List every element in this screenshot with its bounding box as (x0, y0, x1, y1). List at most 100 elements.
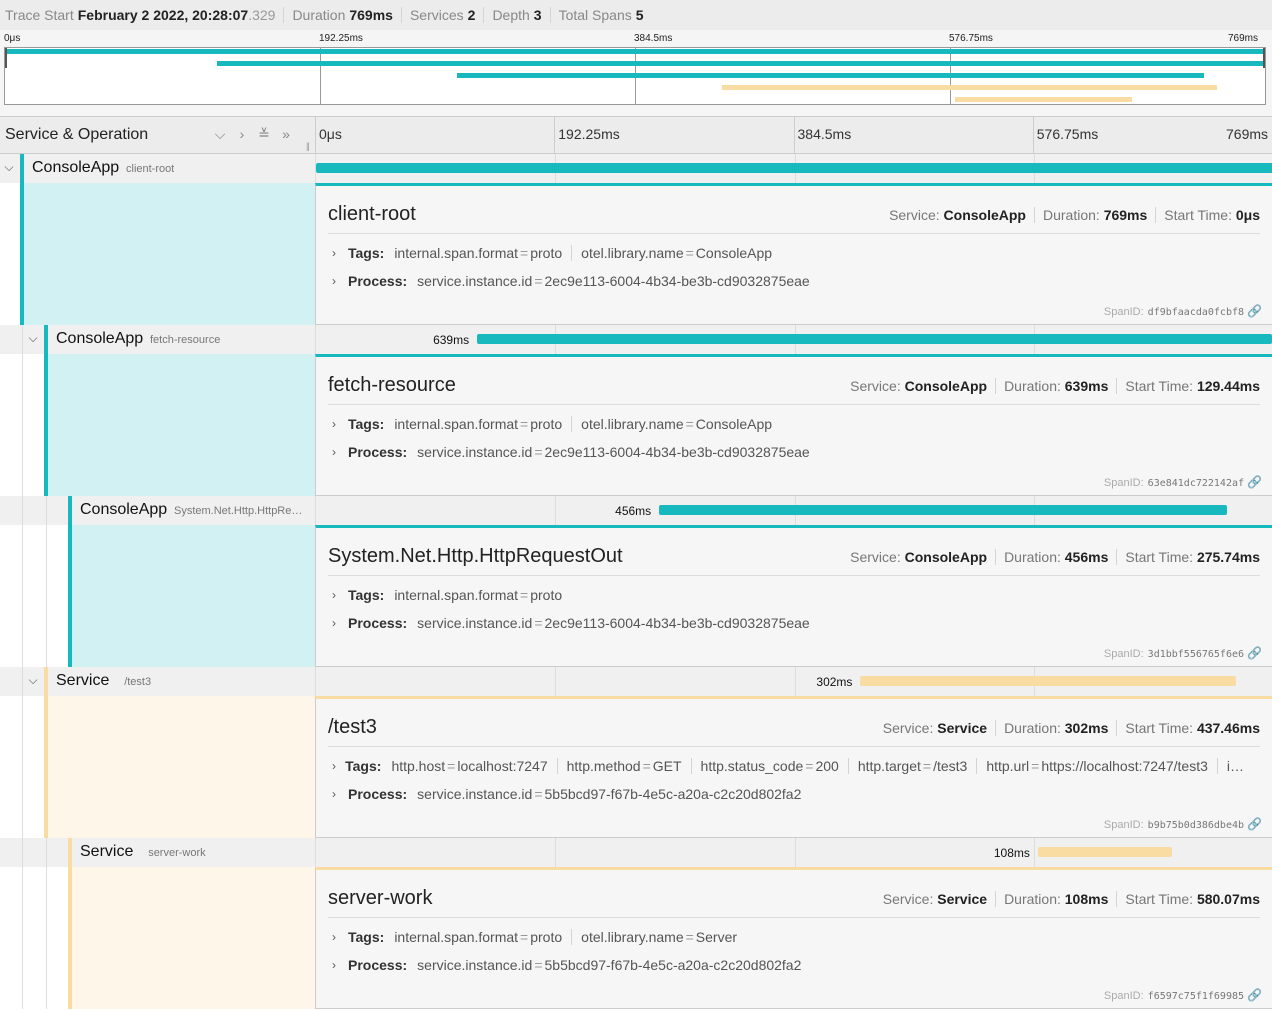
span-detail-panel: /test3 Service: Service Duration: 302ms Sta… (315, 696, 1272, 838)
detail-separator (328, 233, 1260, 234)
chevron-right-icon[interactable]: › (332, 616, 348, 630)
span-timeline-cell[interactable]: 302ms (315, 667, 1272, 696)
detail-process[interactable]: › Process: service.instance.id = 2ec9e113-60… (332, 444, 1262, 460)
chevron-right-icon[interactable]: › (332, 417, 348, 431)
span-operation-name[interactable]: System.Net.Http.HttpRequestOut (174, 505, 305, 517)
detail-duration-label: Duration: (1004, 378, 1065, 394)
span-row[interactable]: ConsoleApp System.Net.Http.HttpRequestOut… (0, 496, 1272, 525)
tree-guide-line (22, 325, 23, 354)
span-name-cell[interactable]: ⌵ ConsoleApp client-root (0, 154, 315, 183)
double-chevron-down-icon[interactable]: ≚ (256, 126, 272, 144)
span-row[interactable]: ⌵ Service/test3 302ms (0, 667, 1272, 696)
span-timeline-cell[interactable]: 456ms (315, 496, 1272, 525)
detail-duration-value: 108ms (1064, 891, 1109, 907)
detail-tags[interactable]: › Tags: http.host = localhost:7247 http.metho… (332, 758, 1262, 774)
span-service-name[interactable]: ConsoleApp (80, 501, 167, 519)
span-name-cell[interactable]: ⌵ ConsoleApp fetch-resource (0, 325, 315, 354)
span-service-name[interactable]: ConsoleApp (32, 159, 119, 177)
link-icon[interactable]: 🔗 (1247, 817, 1262, 831)
detail-process[interactable]: › Process: service.instance.id = 2ec9e113-60… (332, 615, 1262, 631)
span-name-cell[interactable]: ConsoleApp System.Net.Http.HttpRequestOut (0, 496, 315, 525)
chevron-down-icon[interactable]: ⌵ (212, 126, 228, 144)
double-chevron-right-icon[interactable]: » (278, 126, 294, 144)
minimap-gridline (320, 48, 321, 104)
minimap-handle-left[interactable] (5, 48, 7, 68)
span-duration-bar[interactable] (477, 334, 1272, 344)
link-icon[interactable]: 🔗 (1247, 988, 1262, 1002)
span-operation-name[interactable]: client-root (126, 163, 174, 175)
span-operation-name[interactable]: server-work (148, 847, 205, 859)
detail-tags[interactable]: › Tags: internal.span.format = proto otel.lib… (332, 929, 1262, 945)
span-detail-meta: Service: Service Duration: 302ms Start Tim… (875, 720, 1260, 736)
services-value: 2 (467, 7, 476, 23)
detail-tags[interactable]: › Tags: internal.span.format = proto otel.lib… (332, 245, 1262, 261)
span-timeline-cell[interactable]: 108ms (315, 838, 1272, 867)
span-row[interactable]: Service server-work 108ms (0, 838, 1272, 867)
tag-equals: = (534, 273, 543, 289)
span-id-label: SpanID: (1103, 648, 1144, 660)
chevron-right-icon[interactable]: › (332, 759, 345, 773)
detail-tags-label: Tags: (345, 758, 382, 774)
tag-value: /test3 (933, 758, 968, 774)
minimap-canvas[interactable] (4, 47, 1266, 105)
link-icon[interactable]: 🔗 (1247, 304, 1262, 318)
detail-tags[interactable]: › Tags: internal.span.format = proto (332, 587, 1262, 603)
minimap-handle-right[interactable] (1263, 48, 1265, 68)
minimap-span-bar (721, 85, 1217, 90)
chevron-right-icon[interactable]: › (332, 274, 348, 288)
trace-start: Trace Start February 2 2022, 20:28:07.32… (5, 7, 285, 23)
span-duration-bar[interactable] (1037, 847, 1173, 857)
detail-duration-label: Duration: (1004, 549, 1065, 565)
span-service-name[interactable]: ConsoleApp (56, 330, 143, 348)
chevron-down-icon[interactable]: ⌵ (26, 331, 40, 346)
minimap-tick-label: 192.25ms (319, 33, 363, 44)
tag-key: internal.span.format (394, 416, 519, 432)
span-service-name[interactable]: Service (80, 843, 133, 861)
tag-key: service.instance.id (417, 786, 533, 802)
span-service-name[interactable]: Service (56, 672, 109, 690)
detail-start-time: Start Time: 0μs (1156, 207, 1260, 223)
span-operation-name[interactable]: /test3 (124, 676, 151, 688)
chevron-right-icon[interactable]: › (332, 958, 348, 972)
detail-tags[interactable]: › Tags: internal.span.format = proto otel.lib… (332, 416, 1262, 432)
detail-process-label: Process: (348, 444, 408, 460)
column-resizer-handle[interactable]: || (306, 141, 310, 151)
chevron-right-icon[interactable]: › (332, 930, 348, 944)
tag-kv: service.instance.id = 2ec9e113-6004-4b34-b… (417, 615, 819, 631)
chevron-down-icon[interactable]: ⌵ (2, 160, 16, 175)
span-duration-bar[interactable] (860, 676, 1237, 686)
span-timeline-cell[interactable]: 639ms (315, 325, 1272, 354)
trace-services: Services 2 (410, 7, 485, 23)
span-detail-title: fetch-resource (328, 374, 456, 396)
span-name-cell[interactable]: Service server-work (0, 838, 315, 867)
detail-start-time: Start Time: 275.74ms (1117, 549, 1260, 565)
chevron-right-icon[interactable]: › (332, 588, 348, 602)
detail-process[interactable]: › Process: service.instance.id = 5b5bcd97-f6… (332, 786, 1262, 802)
detail-service: Service: Service (875, 720, 997, 736)
chevron-right-icon[interactable]: › (332, 445, 348, 459)
service-color-bar (44, 667, 48, 696)
chevron-right-icon[interactable]: › (332, 787, 348, 801)
span-detail-meta: Service: ConsoleApp Duration: 456ms Start … (842, 549, 1260, 565)
link-icon[interactable]: 🔗 (1247, 475, 1262, 489)
span-operation-name[interactable]: fetch-resource (150, 334, 220, 346)
span-detail-panel: client-root Service: ConsoleApp Duration: … (315, 183, 1272, 325)
span-timeline-cell[interactable] (315, 154, 1272, 183)
detail-process[interactable]: › Process: service.instance.id = 5b5bcd97-f6… (332, 957, 1262, 973)
tree-guide-line (22, 696, 23, 838)
span-duration-bar[interactable] (316, 163, 1272, 173)
span-duration-bar[interactable] (659, 505, 1227, 515)
span-name-cell[interactable]: ⌵ Service/test3 (0, 667, 315, 696)
chevron-right-icon[interactable]: › (234, 126, 250, 144)
timeline-tick-label: 192.25ms (558, 126, 620, 142)
detail-process[interactable]: › Process: service.instance.id = 2ec9e113-60… (332, 273, 1262, 289)
tree-guide-line (22, 525, 23, 667)
chevron-right-icon[interactable]: › (332, 246, 348, 260)
link-icon[interactable]: 🔗 (1247, 646, 1262, 660)
chevron-down-icon[interactable]: ⌵ (26, 673, 40, 688)
span-id-label: SpanID: (1103, 819, 1144, 831)
tag-value: proto (530, 416, 563, 432)
span-row[interactable]: ⌵ ConsoleApp client-root (0, 154, 1272, 183)
span-row[interactable]: ⌵ ConsoleApp fetch-resource 639ms (0, 325, 1272, 354)
trace-minimap[interactable]: 0μs 192.25ms 384.5ms 576.75ms 769ms (0, 30, 1272, 116)
